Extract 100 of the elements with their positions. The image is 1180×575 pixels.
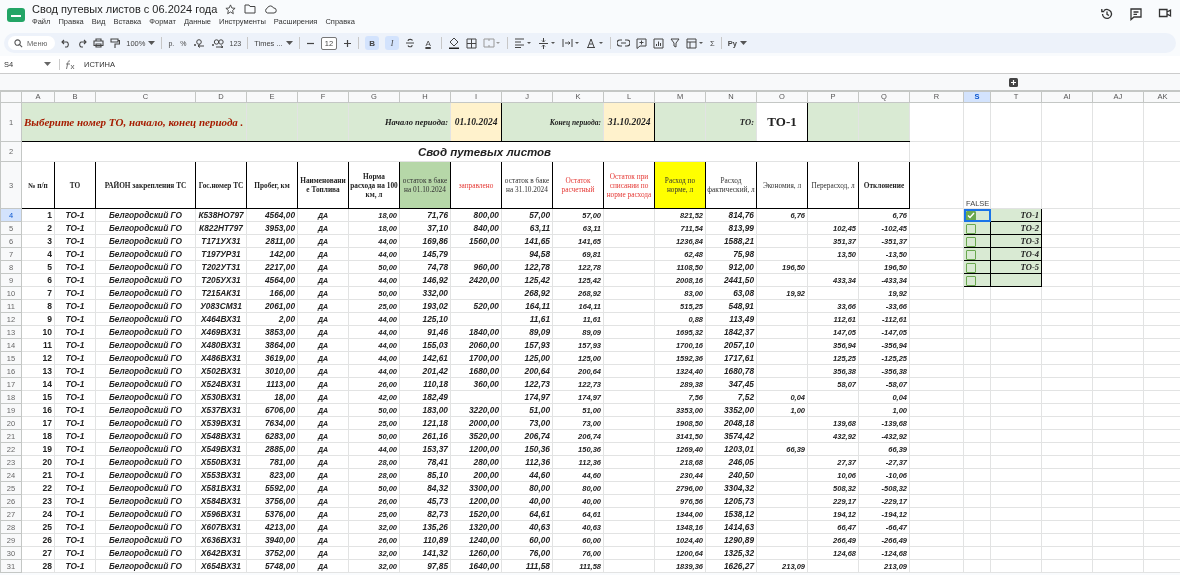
vertical-align-icon[interactable] [538,37,557,49]
decrease-decimals-icon[interactable] [192,38,205,48]
table-cell: 3304,32 [705,481,757,495]
table-cell: Белгородский ГО [95,507,196,521]
checkbox[interactable] [966,249,976,260]
table-cell: 2048,18 [705,416,757,430]
table-cell: 960,00 [450,260,502,274]
chart-icon[interactable] [653,37,665,49]
table-cell: 2811,00 [246,234,298,248]
table-cell: Белгородский ГО [95,325,196,339]
checkbox[interactable] [966,262,976,273]
cloud-icon[interactable] [264,4,278,14]
caret-icon[interactable] [44,62,51,67]
text-wrap-icon[interactable] [562,38,581,48]
table-cell: 1 [21,208,55,222]
undo-icon[interactable] [61,38,72,48]
table-cell: 813,99 [705,221,757,235]
table-cell: 5592,00 [246,481,298,495]
borders-icon[interactable] [466,37,478,49]
table-cell: 5376,00 [246,507,298,521]
link-icon[interactable] [617,39,631,47]
table-cell: Белгородский ГО [95,286,196,300]
sheet-caption: Свод путевых листов [21,141,910,162]
table-cell: 1200,00 [450,494,502,508]
to-value[interactable]: ТО-1 [756,102,808,142]
sheets-logo-icon[interactable] [6,6,26,24]
redo-icon[interactable] [77,38,88,48]
period-start-date[interactable]: 01.10.2024 [450,102,502,142]
add-comment-icon[interactable] [636,37,648,49]
add-icon[interactable] [1009,77,1018,87]
table-cell: ТО-1 [54,221,96,235]
table-cell: 121,18 [399,416,451,430]
table-cell: Белгородский ГО [95,208,196,222]
checkbox[interactable] [966,223,976,234]
table-cell: ТО-1 [54,520,96,534]
table-cell: 246,05 [705,455,757,469]
video-icon[interactable] [1158,7,1172,19]
table-cell: ТО-1 [54,507,96,521]
table-cell: ТО-1 [54,429,96,443]
table-cell: 110,89 [399,533,451,547]
table-cell: 182,49 [399,390,451,404]
paint-roller-icon[interactable] [110,37,121,49]
table-cell: 548,91 [705,299,757,313]
text-color-button[interactable]: A [421,36,436,50]
plus-icon[interactable] [343,38,353,48]
table-cell: ТО-1 [54,325,96,339]
table-cell: 1700,00 [450,351,502,365]
fill-color-icon[interactable] [448,37,461,49]
checkbox[interactable] [966,210,976,221]
comment-icon[interactable] [1129,7,1143,21]
table-cell: 110,18 [399,377,451,391]
filter-icon[interactable] [670,38,681,48]
table-cell: ТО-1 [54,234,96,248]
table-cell: 80,00 [501,481,553,495]
print-icon[interactable] [93,38,105,48]
table-cell: Т171УХ31 [195,234,247,248]
table-cell: 206,74 [501,429,553,443]
table-cell: 73,00 [501,416,553,430]
align-icon[interactable] [514,38,533,48]
table-cell: 3520,00 [450,429,502,443]
table-cell: 7 [21,286,55,300]
folder-icon[interactable] [244,4,257,14]
table-cell: ТО-1 [54,390,96,404]
increase-decimals-icon[interactable] [210,38,224,48]
table-cell: Х581ВХ31 [195,481,247,495]
checkbox[interactable] [966,236,976,247]
caret-icon [148,40,156,46]
table-view-icon[interactable] [686,37,705,49]
table-cell: Х537ВХ31 [195,403,247,417]
document-title[interactable]: Свод путевых листов с 06.2024 года [32,3,218,15]
table-cell: 3953,00 [246,221,298,235]
table-cell: 174,97 [501,390,553,404]
table-cell: 1840,00 [450,325,502,339]
table-cell: 6 [21,273,55,287]
italic-button[interactable]: I [385,36,400,50]
table-cell: ТО-1 [54,442,96,456]
strikethrough-icon[interactable] [405,38,416,48]
text-rotation-icon[interactable] [586,38,605,48]
table-cell: 60,00 [501,533,553,547]
table-cell: Белгородский ГО [95,455,196,469]
table-cell: ТО-1 [54,299,96,313]
table-cell: 4213,00 [246,520,298,534]
table-cell: 4564,00 [246,208,298,222]
table-cell: 11 [21,338,55,352]
checkbox[interactable] [966,275,976,286]
table-cell: 157,93 [501,338,553,352]
table-cell: Белгородский ГО [95,312,196,326]
bold-button[interactable]: B [365,36,380,50]
table-cell: 6283,00 [246,429,298,443]
period-end-date[interactable]: 31.10.2024 [603,102,655,142]
table-cell: 193,02 [399,299,451,313]
merge-cells-icon[interactable] [483,38,502,48]
table-cell: 1325,32 [705,546,757,560]
table-cell: Белгородский ГО [95,442,196,456]
star-icon[interactable] [225,3,237,15]
table-cell: 145,79 [399,247,451,261]
history-icon[interactable] [1100,7,1114,21]
table-cell: 135,26 [399,520,451,534]
table-cell: 1717,61 [705,351,757,365]
table-cell: Х486ВХ31 [195,351,247,365]
